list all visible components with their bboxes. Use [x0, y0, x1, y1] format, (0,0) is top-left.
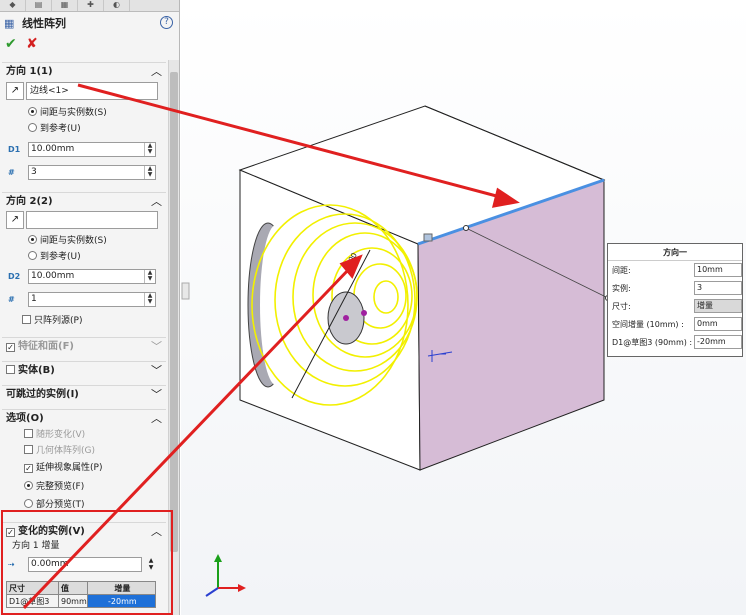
- callout-title: 方向一: [608, 244, 742, 261]
- callout-label: 实例:: [612, 284, 631, 293]
- view-triad-icon: [205, 554, 246, 597]
- callout-row: 间距: 10mm: [608, 261, 742, 279]
- callout-row: 实例: 3: [608, 279, 742, 297]
- callout-row: 空间增量 (10mm) : 0mm: [608, 315, 742, 333]
- direction1-callout: 方向一 间距: 10mm 实例: 3 尺寸: 增量 空间增量 (10mm) :0mm …: [607, 243, 743, 357]
- callout-dimension-mode[interactable]: 增量: [694, 299, 742, 313]
- callout-anchor-point[interactable]: [463, 225, 469, 231]
- callout-label: 尺寸:: [612, 302, 631, 311]
- callout-row: D1@草图3 (90mm) : -20mm: [608, 333, 742, 351]
- callout-spacing-increment-input[interactable]: 0mm: [694, 317, 742, 331]
- center-point: [361, 310, 367, 316]
- callout-spacing-input[interactable]: 10mm: [694, 263, 742, 277]
- edge-handle[interactable]: [423, 233, 433, 242]
- panel-collapse-handle[interactable]: [181, 282, 190, 300]
- callout-label: 空间增量 (10mm) :: [612, 320, 684, 329]
- callout-row: 尺寸: 增量: [608, 297, 742, 315]
- callout-instances-input[interactable]: 3: [694, 281, 742, 295]
- callout-d1-increment-input[interactable]: -20mm: [694, 335, 742, 349]
- callout-label: D1@草图3 (90mm) :: [612, 338, 693, 347]
- callout-label: 间距:: [612, 266, 631, 275]
- center-point: [343, 315, 349, 321]
